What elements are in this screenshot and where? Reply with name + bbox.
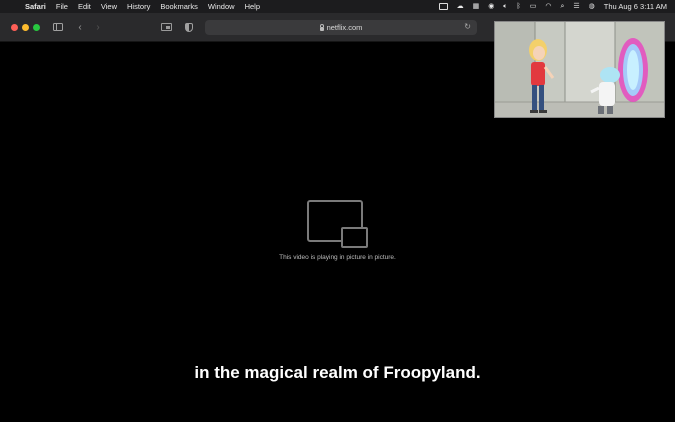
menu-clock[interactable]: Thu Aug 6 3:11 AM: [604, 2, 667, 11]
menu-history[interactable]: History: [122, 2, 155, 11]
picture-in-picture-placeholder-icon: [307, 200, 369, 250]
menu-bar: Safari File Edit View History Bookmarks …: [0, 0, 675, 13]
menu-edit[interactable]: Edit: [73, 2, 96, 11]
volume-icon[interactable]: 🔈︎: [503, 0, 507, 13]
fullscreen-window-button[interactable]: [33, 24, 40, 31]
cloud-icon[interactable]: ☁: [457, 0, 464, 13]
pip-toggle-button[interactable]: [160, 21, 172, 33]
shield-icon: [185, 22, 193, 32]
picture-in-picture-icon: [160, 23, 172, 31]
privacy-report-button[interactable]: [184, 21, 194, 33]
video-frame-image: [495, 22, 664, 117]
menu-help[interactable]: Help: [240, 2, 265, 11]
address-bar[interactable]: netflix.com ↻: [205, 20, 477, 35]
chevron-right-icon: ›: [96, 21, 100, 33]
screen-icon[interactable]: [438, 3, 448, 10]
wifi-icon[interactable]: ◠: [545, 0, 551, 13]
menu-bookmarks[interactable]: Bookmarks: [155, 2, 203, 11]
sidebar-icon: [53, 23, 63, 31]
battery-icon[interactable]: ▭: [530, 0, 537, 13]
search-icon[interactable]: ⌕: [560, 0, 564, 13]
menu-view[interactable]: View: [96, 2, 122, 11]
chevron-left-icon: ‹: [78, 21, 82, 33]
grid-icon[interactable]: ▦: [473, 0, 480, 13]
pip-video-window[interactable]: [494, 21, 665, 118]
url-text: netflix.com: [326, 23, 363, 32]
reload-icon[interactable]: ↻: [464, 22, 471, 31]
control-center-icon[interactable]: ☰: [573, 0, 579, 13]
menu-window[interactable]: Window: [203, 2, 240, 11]
minimize-window-button[interactable]: [22, 24, 29, 31]
menu-file[interactable]: File: [51, 2, 73, 11]
bluetooth-icon[interactable]: ᛒ: [517, 0, 521, 13]
subtitle-caption: in the magical realm of Froopyland.: [194, 363, 481, 382]
forward-button[interactable]: ›: [93, 21, 103, 33]
menu-extras: ☁ ▦ ◉ 🔈︎ ᛒ ▭ ◠ ⌕ ☰ ◍ Thu Aug 6 3:11 AM: [438, 0, 667, 13]
back-button[interactable]: ‹: [75, 21, 85, 33]
lock-icon: [319, 23, 325, 31]
menu-app-name[interactable]: Safari: [20, 2, 51, 11]
pip-status-message: This video is playing in picture in pict…: [279, 254, 396, 261]
eye-icon[interactable]: ◉: [488, 0, 494, 13]
close-window-button[interactable]: [11, 24, 18, 31]
sidebar-toggle-button[interactable]: [52, 21, 64, 33]
siri-icon[interactable]: ◍: [589, 0, 595, 13]
